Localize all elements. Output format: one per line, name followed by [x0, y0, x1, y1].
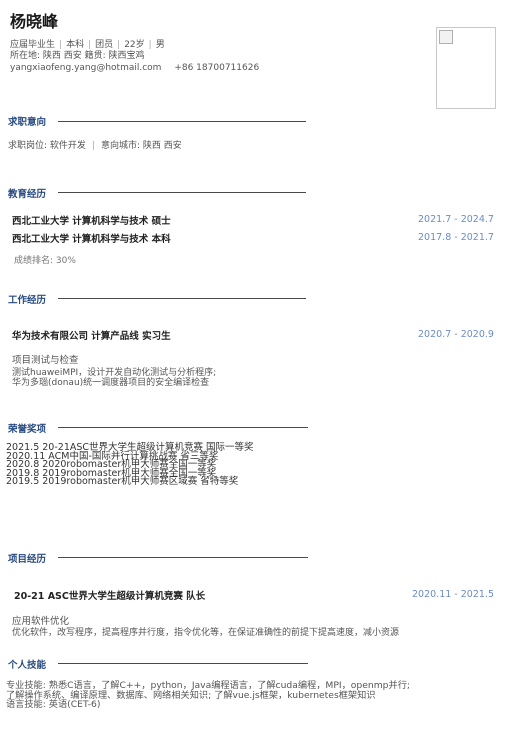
section-divider [58, 298, 306, 299]
job-position: 求职岗位: 软件开发 [8, 141, 86, 151]
project-name: 20-21 ASC世界大学生超级计算机竞赛 队长 [14, 591, 206, 602]
section-divider [58, 192, 306, 193]
phone-text: +86 18700711626 [174, 63, 260, 73]
section-title-projects: 项目经历 [8, 554, 47, 565]
section-title-education: 教育经历 [8, 189, 47, 200]
gender-text: 男 [155, 40, 165, 50]
education-school: 西北工业大学 计算机科学与技术 硕士 [12, 216, 171, 227]
skills-list: 专业技能: 熟悉C语言，了解C++，python，Java编程语言，了解cuda… [6, 681, 410, 710]
education-rank: 成绩排名: 30% [14, 256, 76, 266]
project-role: 应用软件优化 [12, 616, 70, 627]
education-dates: 2021.7 - 2024.7 [418, 214, 494, 225]
work-company: 华为技术有限公司 计算产品线 实习生 [12, 331, 171, 342]
education-dates: 2017.8 - 2021.7 [418, 232, 494, 243]
location-line: 所在地: 陕西 西安 籍贯: 陕西宝鸡 [10, 51, 145, 61]
contact-line: yangxiaofeng.yang@hotmail.com +86 187007… [10, 63, 259, 74]
basic-info-line: 应届毕业生 | 本科 | 团员 | 22岁 | 男 [10, 40, 165, 50]
honors-list: 2021.5 20-21ASC世界大学生超级计算机竞赛 国际一等奖 2020.1… [6, 443, 254, 487]
email-text: yangxiaofeng.yang@hotmail.com [10, 63, 162, 73]
section-title-work: 工作经历 [8, 295, 47, 306]
profile-photo [436, 27, 496, 109]
age-text: 22岁 [124, 40, 145, 50]
project-dates: 2020.11 - 2021.5 [412, 589, 494, 600]
status-text: 应届毕业生 [10, 40, 56, 50]
section-divider [58, 663, 308, 664]
degree-text: 本科 [66, 40, 85, 50]
intent-line: 求职岗位: 软件开发 | 意向城市: 陕西 西安 [8, 141, 182, 151]
section-divider [58, 427, 308, 428]
section-title-skills: 个人技能 [8, 660, 47, 671]
section-title-honors: 荣誉奖项 [8, 424, 47, 435]
section-title-intent: 求职意向 [8, 117, 47, 128]
section-divider [58, 557, 308, 558]
candidate-name: 杨晓峰 [10, 12, 59, 31]
work-details: 测试huaweiMPI，设计开发自动化测试与分析程序; 华为多瑙(donau)统… [12, 368, 216, 388]
work-role: 项目测试与检查 [12, 355, 79, 366]
work-detail-line: 华为多瑙(donau)统一调度器项目的安全编译检查 [12, 377, 210, 388]
political-text: 团员 [95, 40, 114, 50]
job-city: 意向城市: 陕西 西安 [100, 141, 182, 151]
education-school: 西北工业大学 计算机科学与技术 本科 [12, 234, 171, 245]
project-detail: 优化软件，改写程序，提高程序并行度，指令优化等，在保证准确性的前提下提高速度，减… [12, 628, 400, 638]
work-dates: 2020.7 - 2020.9 [418, 329, 494, 340]
section-divider [58, 121, 306, 122]
skill-line: 语言技能: 英语(CET-6) [6, 699, 101, 710]
honor-item: 2019.5 2019robomaster机甲大师赛区域赛 省特等奖 [6, 476, 239, 487]
broken-image-icon [439, 30, 453, 44]
